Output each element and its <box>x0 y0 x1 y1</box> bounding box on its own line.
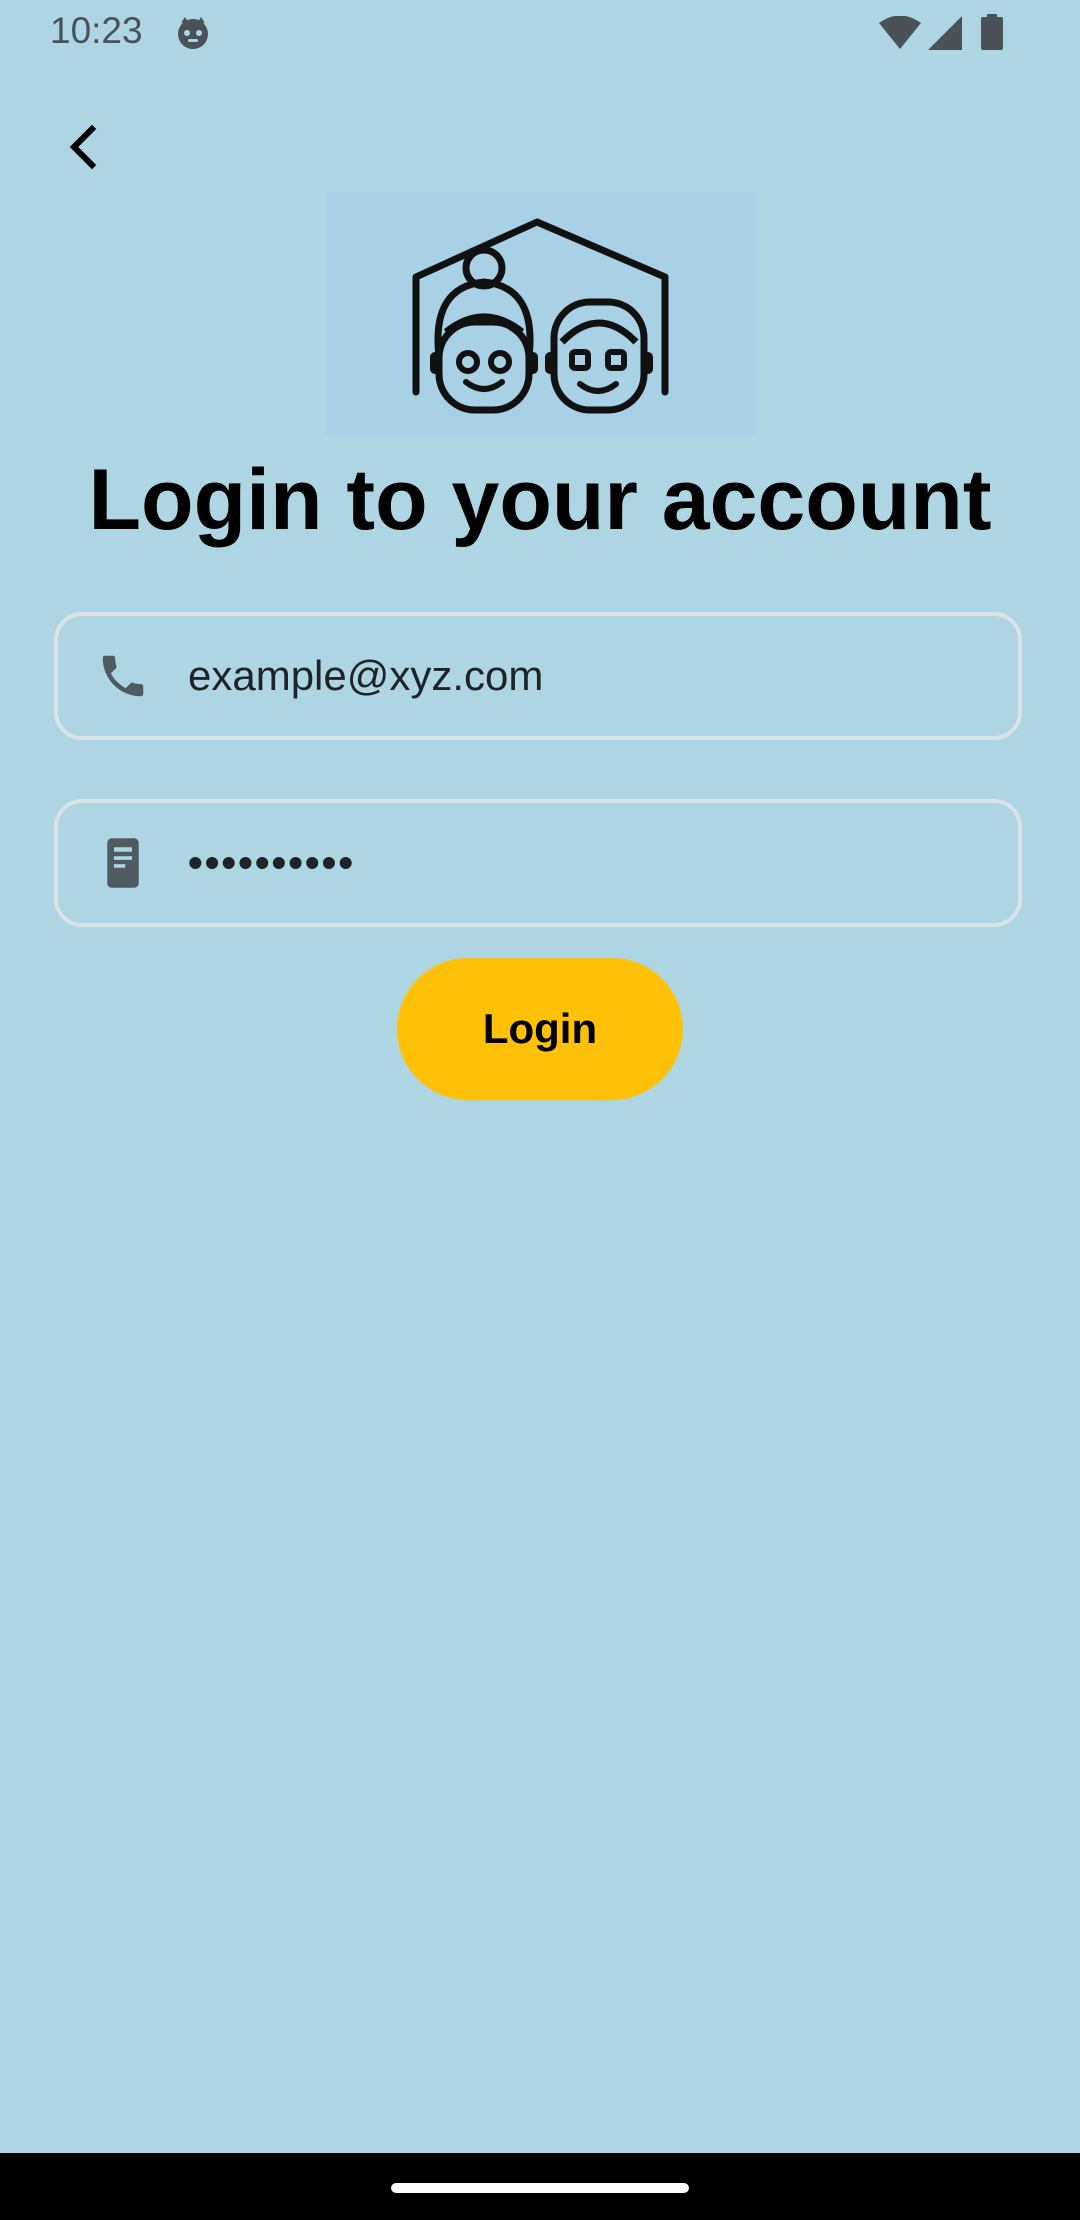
home-gesture-handle[interactable] <box>391 2183 689 2193</box>
page-title: Login to your account <box>88 452 992 548</box>
back-button[interactable] <box>50 115 114 179</box>
cell-signal-icon <box>928 16 962 50</box>
status-bar: 10:23 <box>0 0 1080 66</box>
password-field[interactable]: •••••••••• <box>54 799 1022 927</box>
battery-icon <box>981 14 1003 50</box>
wifi-icon <box>879 16 921 49</box>
android-cat-icon <box>178 17 208 49</box>
login-button[interactable]: Login <box>397 958 683 1100</box>
email-field[interactable]: example@xyz.com <box>54 612 1022 740</box>
email-value: example@xyz.com <box>188 652 544 699</box>
password-value: •••••••••• <box>188 839 356 886</box>
smartphone-icon <box>96 836 150 890</box>
app-logo <box>326 192 756 436</box>
phone-icon <box>96 649 150 703</box>
elderly-couple-house-icon <box>412 218 669 414</box>
chevron-left-icon <box>69 124 97 170</box>
navigation-bar <box>0 2153 1080 2220</box>
status-time: 10:23 <box>50 10 143 51</box>
